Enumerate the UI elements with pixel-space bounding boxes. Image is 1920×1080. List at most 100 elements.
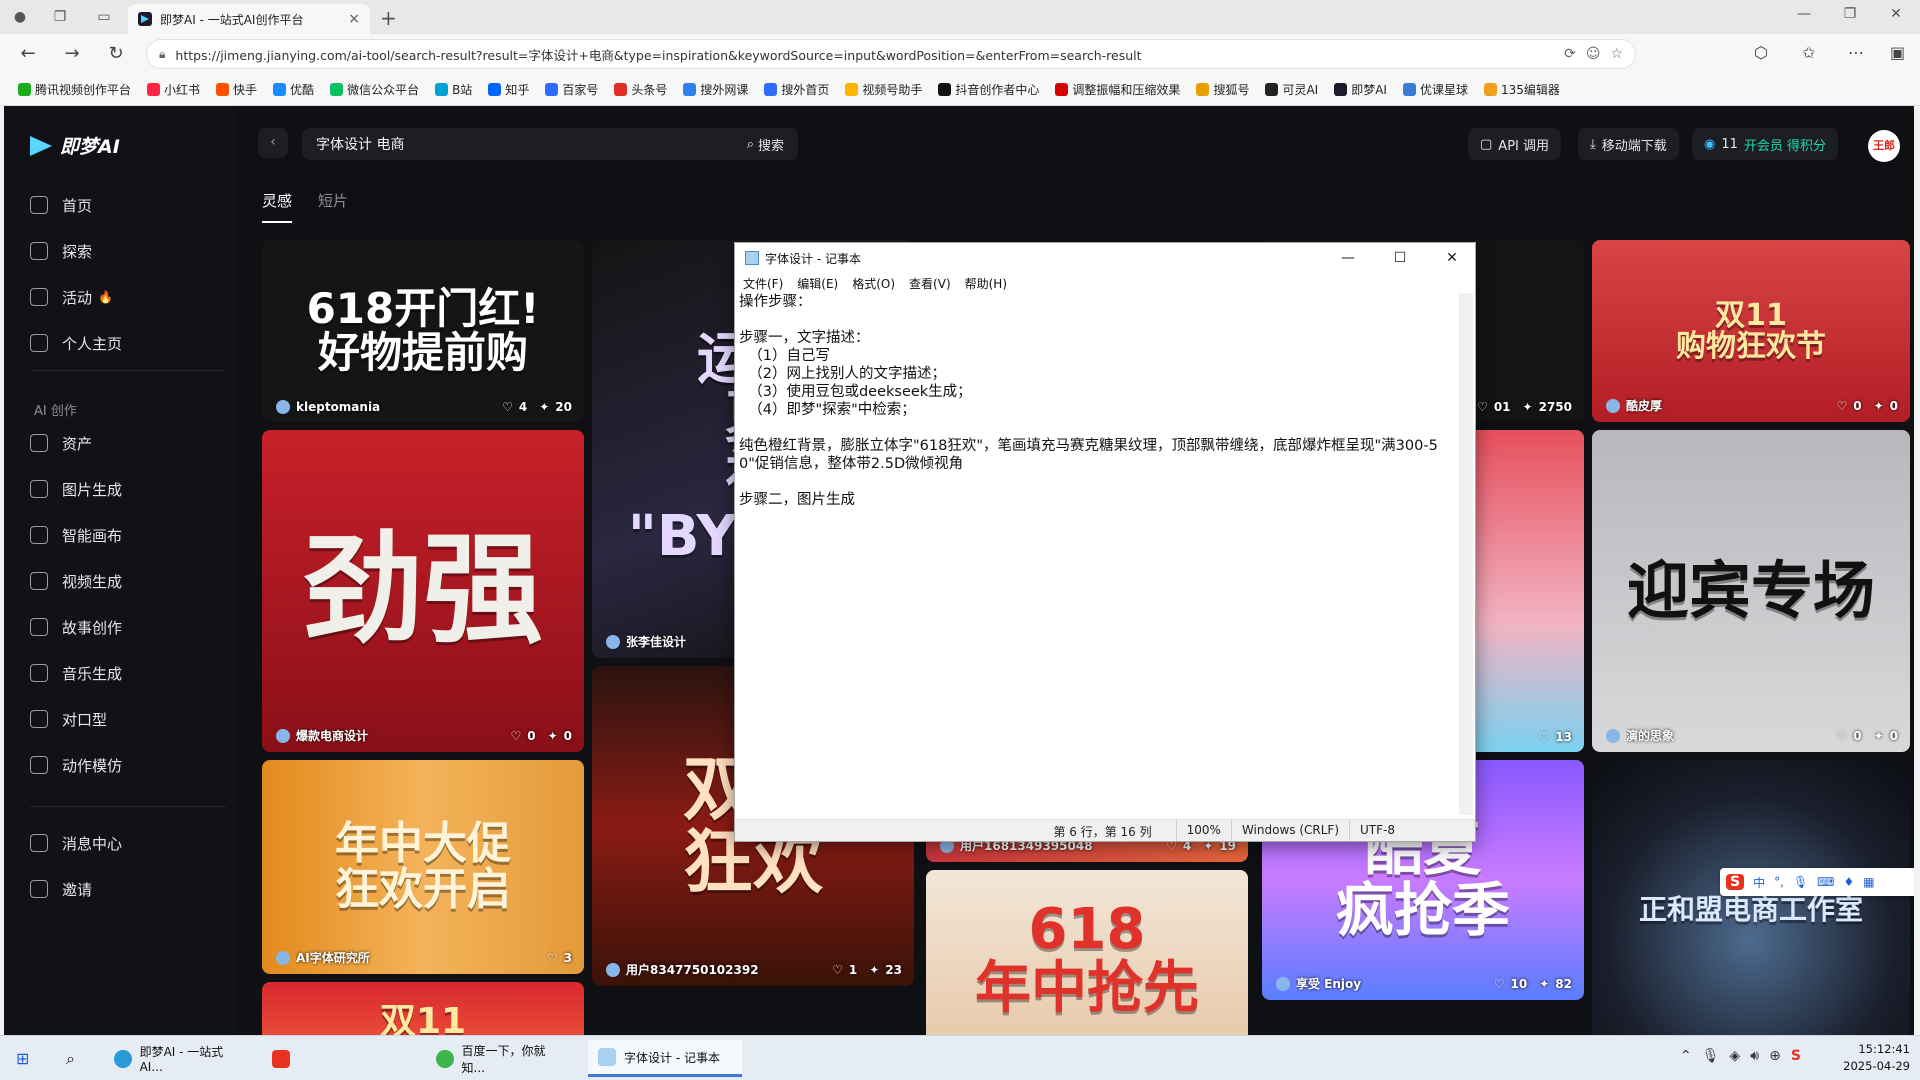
favorites-icon[interactable]: ✩	[1802, 43, 1815, 62]
inspiration-card[interactable]: 618 年中抢先	[926, 870, 1248, 1035]
remix-icon[interactable]: ✦	[1874, 399, 1884, 413]
menu-format[interactable]: 格式(O)	[852, 275, 895, 292]
bookmark-item[interactable]: 腾讯视频创作平台	[10, 81, 139, 98]
heart-icon[interactable]: ♡	[1836, 729, 1847, 743]
ime-keyboard-icon[interactable]: ⌨	[1817, 875, 1834, 889]
search-query[interactable]: 字体设计 电商	[316, 134, 747, 154]
tray-volume-icon[interactable]: 🔊︎	[1750, 1048, 1759, 1064]
heart-icon[interactable]: ♡	[832, 963, 843, 977]
tab-short-film[interactable]: 短片	[318, 190, 348, 223]
tray-mic-icon[interactable]: 🎙︎	[1702, 1048, 1720, 1064]
minimize-icon[interactable]: —	[1784, 6, 1824, 22]
sidebar-item-canvas[interactable]: 智能画布	[30, 520, 122, 550]
ime-mic-icon[interactable]: 🎙︎	[1793, 875, 1808, 889]
forward-arrow-icon[interactable]: →	[60, 43, 84, 64]
notepad-titlebar[interactable]: 字体设计 - 记事本 — ☐ ✕	[735, 243, 1475, 273]
lock-icon[interactable]: 🔒︎	[159, 47, 165, 62]
bookmark-item[interactable]: 百家号	[537, 81, 606, 98]
sidebar-item-invite[interactable]: 邀请	[30, 874, 92, 904]
sidebar-item-story[interactable]: 故事创作	[30, 612, 122, 642]
sidebar-item-user[interactable]: 个人主页	[30, 328, 122, 358]
ime-mode[interactable]: 中	[1753, 874, 1765, 891]
tray-sogou-icon[interactable]: S	[1791, 1048, 1801, 1064]
tray-network-icon[interactable]: ⊕	[1769, 1048, 1781, 1064]
api-button[interactable]: ▢ API 调用	[1468, 128, 1561, 160]
sidebar-item-video[interactable]: 视频生成	[30, 566, 122, 596]
inspiration-card[interactable]: 正和盟电商工作室	[1592, 760, 1910, 1035]
bookmark-item[interactable]: 135编辑器	[1476, 81, 1568, 98]
remix-icon[interactable]: ✦	[1539, 977, 1549, 991]
remix-icon[interactable]: ✦	[548, 729, 558, 743]
author-avatar[interactable]	[606, 634, 620, 649]
author-avatar[interactable]	[1606, 728, 1620, 743]
credits-vip-button[interactable]: ◉ 11 开会员 得积分	[1692, 128, 1839, 160]
search-button[interactable]: ⌕ 搜索	[747, 135, 784, 154]
taskbar-edge-jimeng[interactable]: 即梦AI - 一站式AI...	[104, 1040, 254, 1077]
sidebar-item-compass[interactable]: 探索	[30, 236, 92, 266]
remix-icon[interactable]: ✦	[869, 963, 879, 977]
author-avatar[interactable]	[1606, 398, 1620, 413]
inspiration-card[interactable]: 618开门红! 好物提前购 kleptomania ♡ 4 ✦ 20	[262, 240, 584, 422]
bookmark-item[interactable]: 快手	[208, 81, 265, 98]
sidebar-item-folder[interactable]: 资产	[30, 428, 92, 458]
inspiration-card[interactable]: 迎宾专场 演的思象 ♡ 0 ✦ 0	[1592, 430, 1910, 752]
mobile-download-button[interactable]: ⤓ 移动端下载	[1578, 128, 1679, 160]
remix-icon[interactable]: ✦	[1523, 400, 1533, 414]
profile-icon[interactable]: ●	[10, 7, 30, 27]
bookmark-item[interactable]: 知乎	[480, 81, 537, 98]
inspiration-card[interactable]: 劲强 爆款电商设计 ♡ 0 ✦ 0	[262, 430, 584, 752]
bookmark-item[interactable]: 视频号助手	[837, 81, 930, 98]
author-name[interactable]: kleptomania	[296, 400, 496, 414]
sidebar-item-music[interactable]: 音乐生成	[30, 658, 122, 688]
sidebar-item-gift[interactable]: 活动 🔥	[30, 282, 113, 312]
start-button[interactable]: ⊞	[6, 1040, 39, 1077]
inspiration-card[interactable]: 年中大促 狂欢开启 AI字体研究所 ♡ 3	[262, 760, 584, 974]
avatar[interactable]: 王郎	[1868, 130, 1900, 162]
author-avatar[interactable]	[606, 962, 620, 977]
sidebar-item-home[interactable]: 首页	[30, 190, 92, 220]
author-name[interactable]: 演的思象	[1626, 727, 1830, 744]
close-window-icon[interactable]: ✕	[1876, 6, 1916, 22]
heart-icon[interactable]: ♡	[1494, 977, 1505, 991]
inspiration-card[interactable]: 双11 购物狂欢节 酷皮厚 ♡ 0 ✦ 0	[1592, 240, 1910, 422]
address-bar[interactable]: 🔒︎ https://jimeng.jianying.com/ai-tool/s…	[146, 39, 1636, 69]
clock[interactable]: 15:12:41 2025-04-29	[1830, 1041, 1910, 1075]
ime-punct-icon[interactable]: °,	[1774, 875, 1784, 889]
tab-actions-icon[interactable]: ▭	[94, 7, 114, 27]
menu-file[interactable]: 文件(F)	[743, 275, 783, 292]
bookmark-item[interactable]: 头条号	[606, 81, 675, 98]
sidebar-item-bell[interactable]: 消息中心	[30, 828, 122, 858]
logo[interactable]: 即梦AI	[30, 132, 120, 159]
heart-icon[interactable]: ♡	[1539, 730, 1550, 744]
menu-view[interactable]: 查看(V)	[909, 275, 951, 292]
menu-help[interactable]: 帮助(H)	[965, 275, 1007, 292]
sidebar-item-image[interactable]: 图片生成	[30, 474, 122, 504]
close-tab-icon[interactable]: ×	[348, 11, 360, 27]
bookmark-item[interactable]: 调整振幅和压缩效果	[1047, 81, 1188, 98]
taskbar-notepad[interactable]: 字体设计 - 记事本	[588, 1040, 742, 1077]
refresh-icon[interactable]: ↻	[104, 43, 128, 64]
sidebar-item-motion[interactable]: 动作模仿	[30, 750, 122, 780]
notepad-text-area[interactable]: 操作步骤： 步骤一，文字描述： （1）自己写 （2）网上找别人的文字描述； （3…	[739, 293, 1455, 703]
ime-grid-icon[interactable]: ▦	[1863, 875, 1874, 889]
author-avatar[interactable]	[276, 400, 290, 414]
translate-icon[interactable]: ⟳	[1564, 46, 1576, 62]
maximize-icon[interactable]: ☐	[1377, 250, 1423, 266]
new-tab-icon[interactable]: +	[380, 6, 397, 30]
heart-icon[interactable]: ♡	[502, 400, 513, 414]
collections-icon[interactable]: ❐	[50, 7, 70, 27]
author-name[interactable]: 享受 Enjoy	[1296, 975, 1488, 992]
url-text[interactable]: https://jimeng.jianying.com/ai-tool/sear…	[175, 45, 1554, 64]
bookmark-item[interactable]: 即梦AI	[1326, 81, 1395, 98]
back-arrow-icon[interactable]: ←	[16, 43, 40, 64]
tray-shield-icon[interactable]: ◈	[1730, 1048, 1741, 1064]
ime-toolbar[interactable]: S 中 °, 🎙︎ ⌨ ♦ ▦	[1720, 868, 1914, 896]
taskbar-app-red[interactable]	[262, 1040, 300, 1077]
author-name[interactable]: AI字体研究所	[296, 949, 541, 966]
author-avatar[interactable]	[276, 728, 290, 743]
menu-edit[interactable]: 编辑(E)	[797, 275, 838, 292]
author-avatar[interactable]	[276, 950, 290, 965]
bookmark-item[interactable]: 搜狐号	[1188, 81, 1257, 98]
bookmark-item[interactable]: 微信公众平台	[322, 81, 427, 98]
bookmark-item[interactable]: 搜外网课	[675, 81, 756, 98]
